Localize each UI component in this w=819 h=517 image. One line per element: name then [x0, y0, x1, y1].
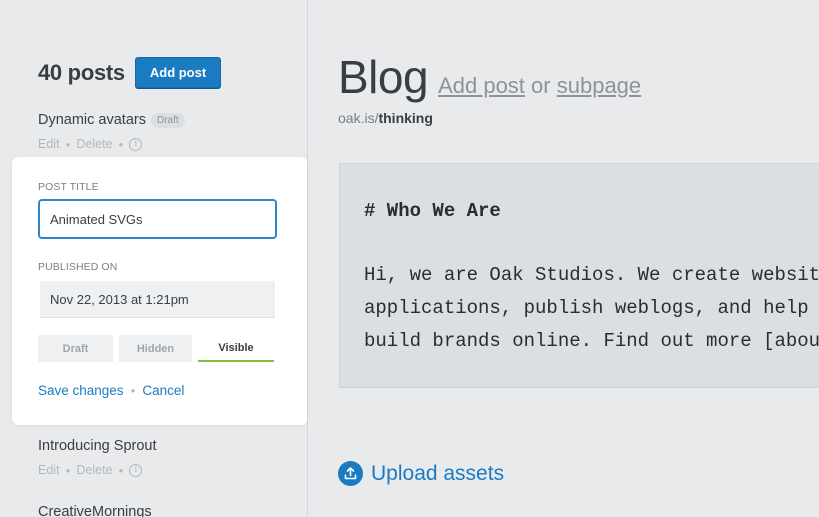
separator: ● — [118, 465, 124, 475]
edit-link[interactable]: Edit — [38, 463, 60, 477]
post-edit-card: POST TITLE PUBLISHED ON Nov 22, 2013 at … — [12, 157, 308, 425]
editor-line: build brands online. Find out more [abou… — [364, 330, 819, 352]
post-title[interactable]: CreativeMornings — [38, 504, 152, 517]
separator: ● — [65, 139, 71, 149]
url-prefix: oak.is/ — [338, 110, 379, 126]
draft-badge: Draft — [150, 112, 185, 128]
delete-link[interactable]: Delete — [76, 463, 112, 477]
or-text: or — [531, 73, 551, 98]
save-changes-link[interactable]: Save changes — [38, 383, 124, 398]
edit-link[interactable]: Edit — [38, 137, 60, 151]
upload-icon — [338, 461, 363, 486]
post-item[interactable]: Introducing Sprout Edit ● Delete ● i — [38, 438, 157, 477]
upload-assets-button[interactable]: Upload assets — [338, 461, 504, 486]
post-title-input[interactable] — [38, 199, 277, 239]
editor-heading: # Who We Are — [364, 200, 501, 222]
separator: ● — [118, 139, 124, 149]
visibility-selector: Draft Hidden Visible — [38, 335, 280, 362]
post-item[interactable]: CreativeMornings — [38, 504, 152, 517]
sidebar: 40 posts Add post Dynamic avatars Draft … — [0, 0, 308, 517]
add-post-button[interactable]: Add post — [134, 57, 222, 88]
page-title: Blog — [338, 51, 429, 103]
post-item[interactable]: Dynamic avatars Draft Edit ● Delete ● i — [38, 112, 185, 151]
visibility-draft-option[interactable]: Draft — [38, 335, 113, 362]
visibility-hidden-option[interactable]: Hidden — [119, 335, 192, 362]
posts-count: 40 posts — [38, 59, 125, 85]
url-slug[interactable]: thinking — [378, 110, 432, 126]
panel-divider — [307, 0, 308, 517]
post-title[interactable]: Dynamic avatars — [38, 112, 146, 128]
cancel-link[interactable]: Cancel — [142, 383, 184, 398]
published-date-field[interactable]: Nov 22, 2013 at 1:21pm — [40, 281, 275, 318]
info-icon[interactable]: i — [129, 463, 143, 477]
info-icon[interactable]: i — [129, 137, 143, 151]
separator: ● — [130, 386, 136, 395]
markdown-editor[interactable]: # Who We Are Hi, we are Oak Studios. We … — [339, 163, 819, 388]
form-actions: Save changes ● Cancel — [38, 383, 184, 398]
visibility-visible-option[interactable]: Visible — [198, 335, 274, 362]
upload-assets-label: Upload assets — [371, 461, 505, 485]
delete-link[interactable]: Delete — [76, 137, 112, 151]
posts-header: 40 posts Add post — [38, 57, 222, 88]
page-title-row: Blog Add post or subpage — [338, 50, 641, 104]
editor-line: Hi, we are Oak Studios. We create websit… — [364, 264, 819, 286]
post-title-label: POST TITLE — [38, 181, 99, 193]
editor-line: applications, publish weblogs, and help … — [364, 297, 819, 319]
post-title[interactable]: Introducing Sprout — [38, 438, 157, 454]
page-url: oak.is/thinking — [338, 110, 433, 126]
subpage-link[interactable]: subpage — [557, 73, 641, 98]
separator: ● — [65, 465, 71, 475]
add-post-link[interactable]: Add post — [438, 73, 525, 98]
published-on-label: PUBLISHED ON — [38, 261, 118, 273]
title-links: Add post or subpage — [438, 73, 641, 99]
